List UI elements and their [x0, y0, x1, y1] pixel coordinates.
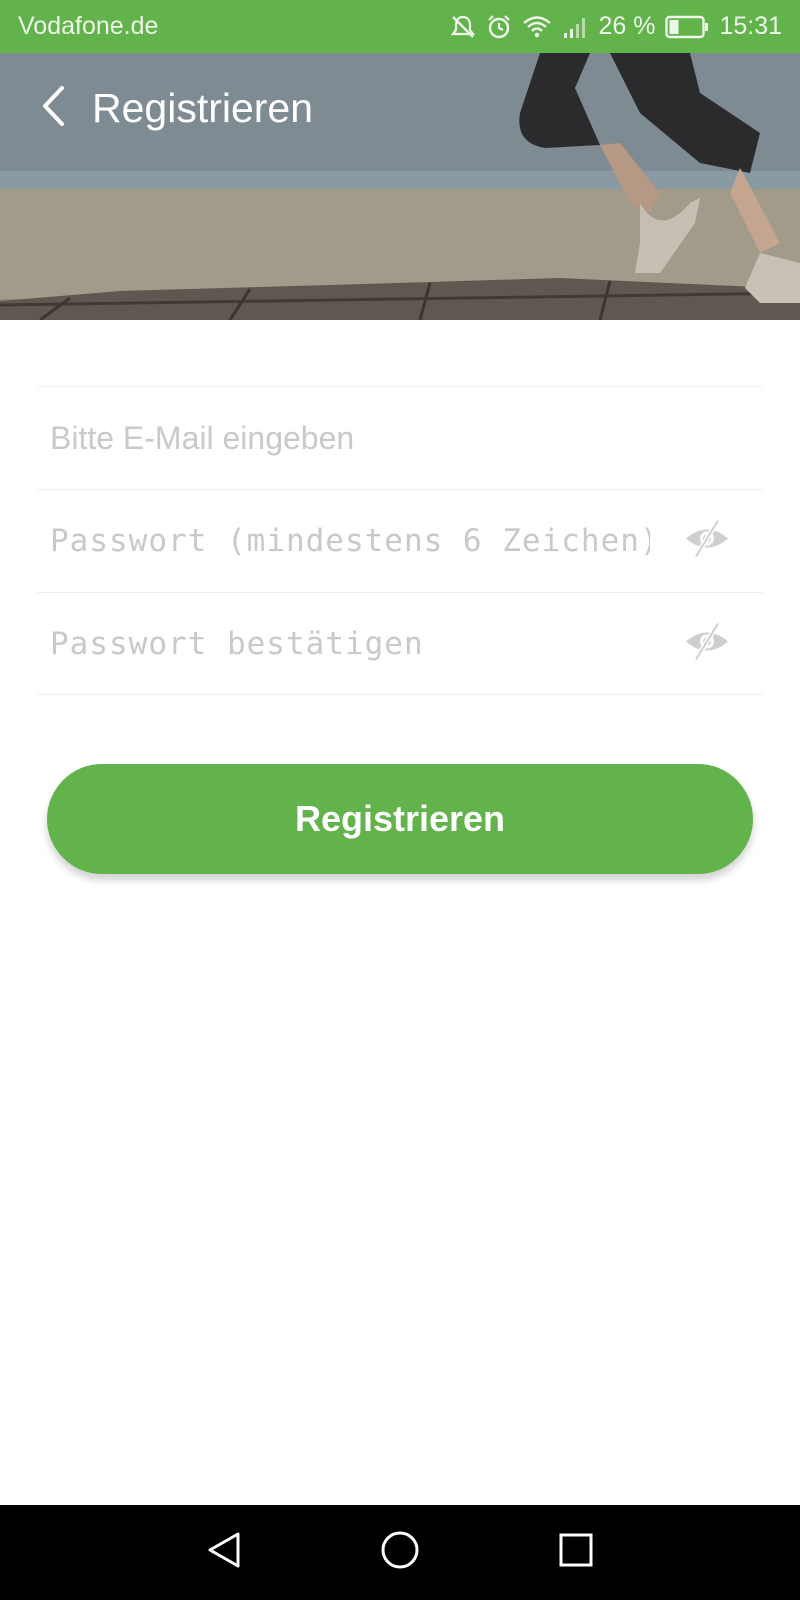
email-input[interactable]	[50, 419, 650, 457]
back-button[interactable]	[36, 83, 70, 133]
confirm-password-field-row	[38, 592, 762, 695]
home-circle-icon	[380, 1530, 420, 1575]
alarm-icon	[486, 14, 512, 40]
registration-form	[38, 386, 762, 695]
recents-square-icon	[556, 1530, 596, 1575]
status-bar: Vodafone.de 26 % 15:31	[0, 0, 800, 53]
nav-back-button[interactable]	[196, 1525, 252, 1581]
battery-icon	[665, 15, 709, 39]
eye-off-icon[interactable]	[684, 519, 730, 564]
carrier-label: Vodafone.de	[18, 12, 159, 40]
wifi-icon	[522, 14, 552, 40]
nav-home-button[interactable]	[372, 1525, 428, 1581]
system-nav-bar	[0, 1505, 800, 1600]
battery-percent: 26 %	[598, 12, 656, 40]
password-field-row	[38, 489, 762, 592]
page-title: Registrieren	[92, 84, 314, 131]
back-triangle-icon	[204, 1530, 244, 1575]
nav-recents-button[interactable]	[548, 1525, 604, 1581]
mute-icon	[450, 14, 476, 40]
password-input[interactable]	[50, 523, 650, 559]
signal-icon	[562, 15, 588, 39]
email-field-row	[38, 386, 762, 489]
status-icons: 26 % 15:31	[450, 12, 782, 41]
eye-off-icon[interactable]	[684, 621, 730, 666]
register-button[interactable]: Registrieren	[47, 764, 753, 874]
confirm-password-input[interactable]	[50, 625, 650, 662]
clock: 15:31	[719, 12, 782, 40]
app-bar: Registrieren	[0, 53, 800, 163]
chevron-left-icon	[40, 85, 66, 132]
